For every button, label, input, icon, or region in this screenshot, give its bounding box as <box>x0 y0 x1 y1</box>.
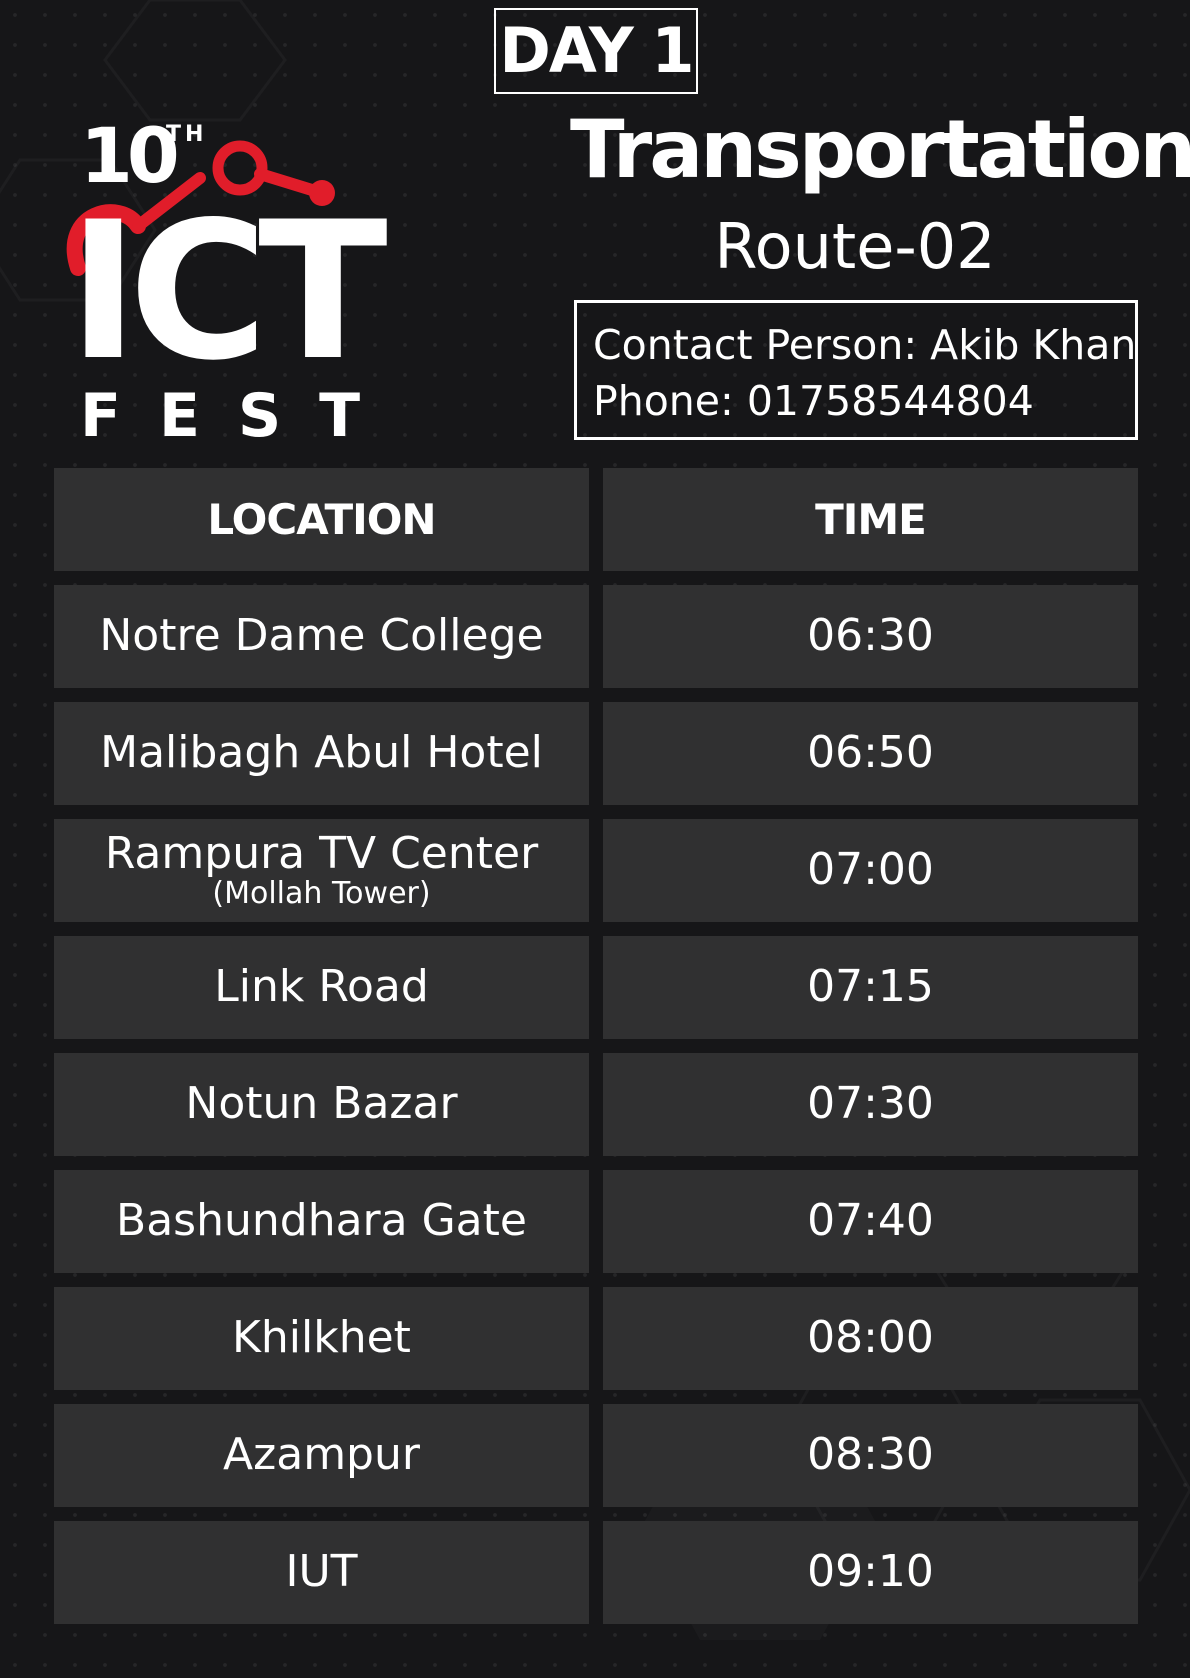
ict-fest-logo: 10 TH ICT FEST <box>50 118 390 448</box>
page-title: Transportation <box>570 103 1190 196</box>
time-cell: 07:30 <box>603 1053 1138 1156</box>
location-name: Notun Bazar <box>185 1078 458 1130</box>
route-name: Route-02 <box>714 210 996 283</box>
time-cell: 09:10 <box>603 1521 1138 1624</box>
contact-box: Contact Person: Akib Khan Phone: 0175854… <box>574 300 1138 440</box>
location-name: Malibagh Abul Hotel <box>100 727 543 779</box>
location-subtitle: (Mollah Tower) <box>212 876 431 912</box>
location-cell: Khilkhet <box>54 1287 589 1390</box>
location-cell: Azampur <box>54 1404 589 1507</box>
table-row: Azampur 08:30 <box>54 1404 1138 1507</box>
logo-suffix: TH <box>166 122 208 147</box>
time-cell: 08:00 <box>603 1287 1138 1390</box>
location-cell: IUT <box>54 1521 589 1624</box>
table-row: IUT 09:10 <box>54 1521 1138 1624</box>
location-name: Azampur <box>223 1429 420 1481</box>
time-cell: 06:30 <box>603 585 1138 688</box>
table-row: Malibagh Abul Hotel 06:50 <box>54 702 1138 805</box>
contact-phone: Phone: 01758544804 <box>593 377 1034 425</box>
location-cell: Notun Bazar <box>54 1053 589 1156</box>
table-row: Khilkhet 08:00 <box>54 1287 1138 1390</box>
location-cell: Rampura TV Center (Mollah Tower) <box>54 819 589 922</box>
table-row: Notre Dame College 06:30 <box>54 585 1138 688</box>
table-row: Notun Bazar 07:30 <box>54 1053 1138 1156</box>
location-name: IUT <box>285 1546 358 1598</box>
time-cell: 07:15 <box>603 936 1138 1039</box>
table-header-row: LOCATION TIME <box>54 468 1138 571</box>
time-header: TIME <box>603 468 1138 571</box>
location-name: Notre Dame College <box>99 610 544 662</box>
time-cell: 08:30 <box>603 1404 1138 1507</box>
day-badge: DAY 1 <box>494 8 698 94</box>
location-header: LOCATION <box>54 468 589 571</box>
location-name: Link Road <box>214 961 429 1013</box>
location-cell: Notre Dame College <box>54 585 589 688</box>
location-name: Rampura TV Center <box>104 827 539 879</box>
location-cell: Link Road <box>54 936 589 1039</box>
time-cell: 07:00 <box>603 819 1138 922</box>
table-row: Link Road 07:15 <box>54 936 1138 1039</box>
location-name: Khilkhet <box>232 1312 411 1364</box>
location-cell: Bashundhara Gate <box>54 1170 589 1273</box>
schedule-table: LOCATION TIME Notre Dame College 06:30 M… <box>54 468 1138 1638</box>
time-cell: 07:40 <box>603 1170 1138 1273</box>
location-cell: Malibagh Abul Hotel <box>54 702 589 805</box>
logo-name: ICT <box>68 181 388 402</box>
location-name: Bashundhara Gate <box>116 1195 527 1247</box>
table-row: Rampura TV Center (Mollah Tower) 07:00 <box>54 819 1138 922</box>
table-row: Bashundhara Gate 07:40 <box>54 1170 1138 1273</box>
logo-word: FEST <box>80 381 399 451</box>
contact-person: Contact Person: Akib Khan <box>593 321 1137 369</box>
time-cell: 06:50 <box>603 702 1138 805</box>
